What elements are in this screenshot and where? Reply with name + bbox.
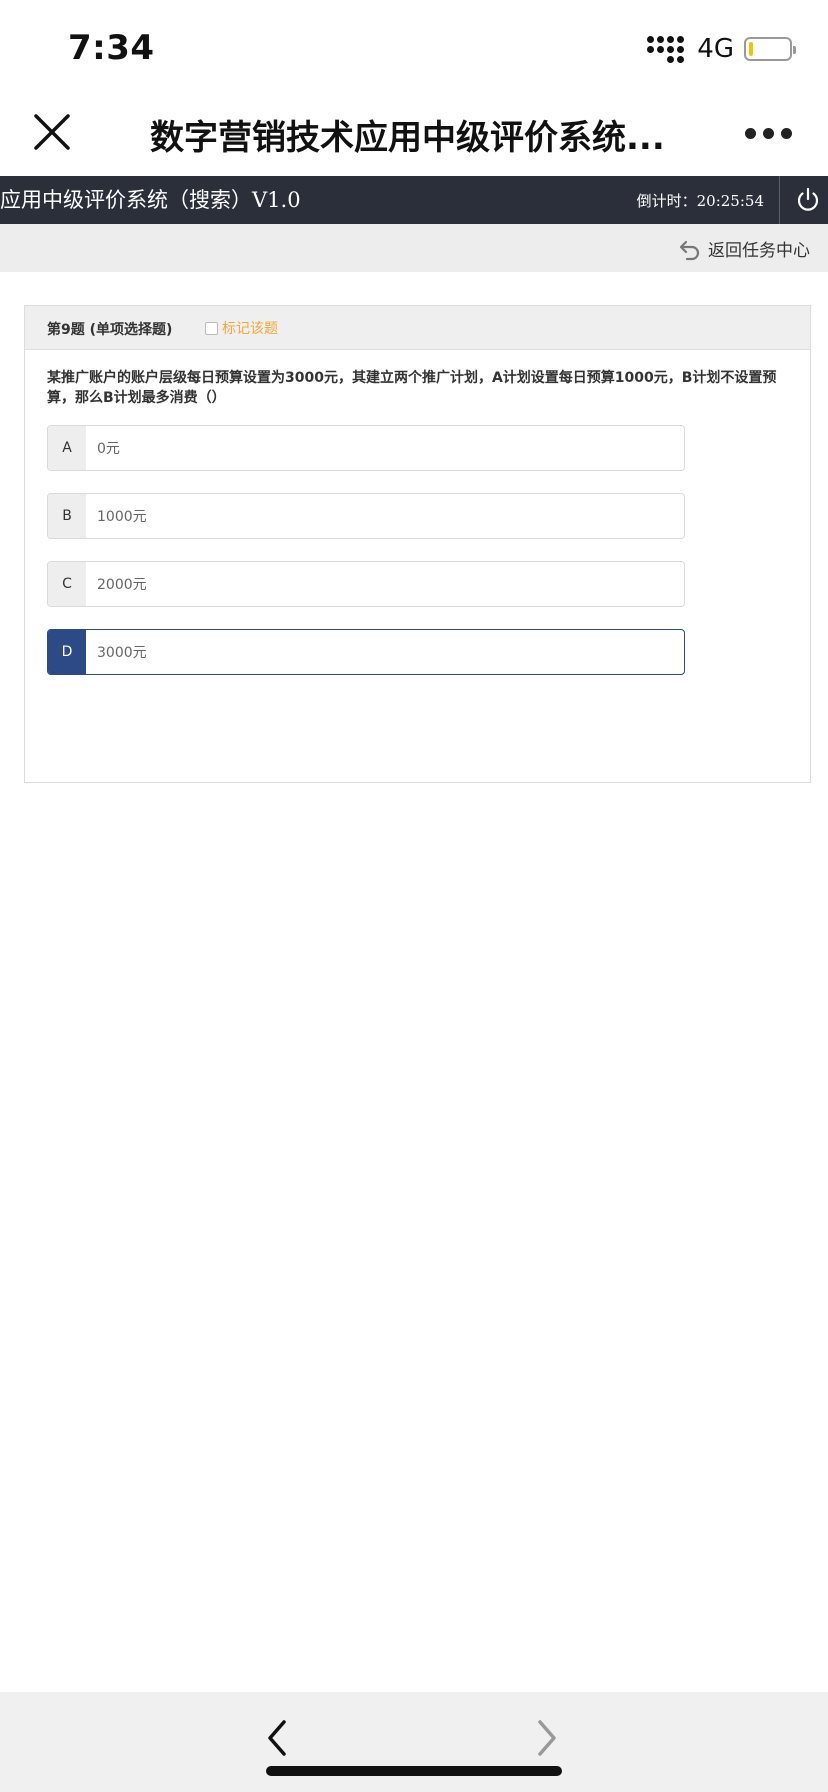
- status-indicators: 4G: [647, 34, 796, 64]
- status-bar: 7:34 4G: [0, 0, 828, 96]
- close-icon[interactable]: [30, 110, 74, 154]
- question-text: 某推广账户的账户层级每日预算设置为3000元，其建立两个推广计划，A计划设置每日…: [47, 370, 777, 406]
- chevron-right-icon[interactable]: [532, 1718, 562, 1758]
- home-indicator[interactable]: [266, 1766, 562, 1776]
- option-b[interactable]: B 1000元: [47, 493, 685, 539]
- app-header: 应用中级评价系统（搜索）V1.0 倒计时：20:25:54: [0, 176, 828, 224]
- power-icon[interactable]: [794, 186, 822, 214]
- battery-level: [749, 42, 753, 56]
- browser-bottom-bar: [0, 1692, 828, 1792]
- option-a[interactable]: A 0元: [47, 425, 685, 471]
- option-d[interactable]: D 3000元: [47, 629, 685, 675]
- countdown-timer: 倒计时：20:25:54: [636, 192, 764, 210]
- option-letter: C: [48, 562, 86, 606]
- back-link-label: 返回任务中心: [708, 241, 810, 261]
- battery-icon: [744, 37, 796, 61]
- option-letter: A: [48, 426, 86, 470]
- return-icon: [679, 240, 700, 260]
- option-text: 2000元: [97, 577, 147, 593]
- status-time: 7:34: [68, 28, 155, 68]
- option-letter: B: [48, 494, 86, 538]
- mark-question-toggle[interactable]: 标记该题: [205, 318, 278, 338]
- signal-icon: [647, 35, 687, 63]
- option-letter: D: [48, 630, 86, 674]
- header-divider: [779, 176, 780, 224]
- question-card: 第9题 (单项选择题) 标记该题 某推广账户的账户层级每日预算设置为3000元，…: [24, 305, 811, 783]
- question-card-header: 第9题 (单项选择题) 标记该题: [25, 306, 810, 350]
- option-c[interactable]: C 2000元: [47, 561, 685, 607]
- mark-label[interactable]: 标记该题: [222, 318, 278, 338]
- nav-title: 数字营销技术应用中级评价系统...: [150, 118, 665, 158]
- question-number: 第9题 (单项选择题): [47, 322, 173, 338]
- nav-bar: 数字营销技术应用中级评价系统...: [0, 96, 828, 176]
- app-title: 应用中级评价系统（搜索）V1.0: [0, 188, 301, 212]
- option-text: 1000元: [97, 509, 147, 525]
- toolbar: 返回任务中心: [0, 224, 828, 272]
- option-text: 0元: [97, 441, 120, 457]
- chevron-left-icon[interactable]: [262, 1718, 292, 1758]
- option-text: 3000元: [97, 645, 147, 661]
- more-icon[interactable]: [745, 128, 792, 139]
- network-label: 4G: [697, 34, 734, 64]
- mark-checkbox[interactable]: [205, 321, 218, 335]
- back-to-task-center-link[interactable]: 返回任务中心: [678, 236, 810, 261]
